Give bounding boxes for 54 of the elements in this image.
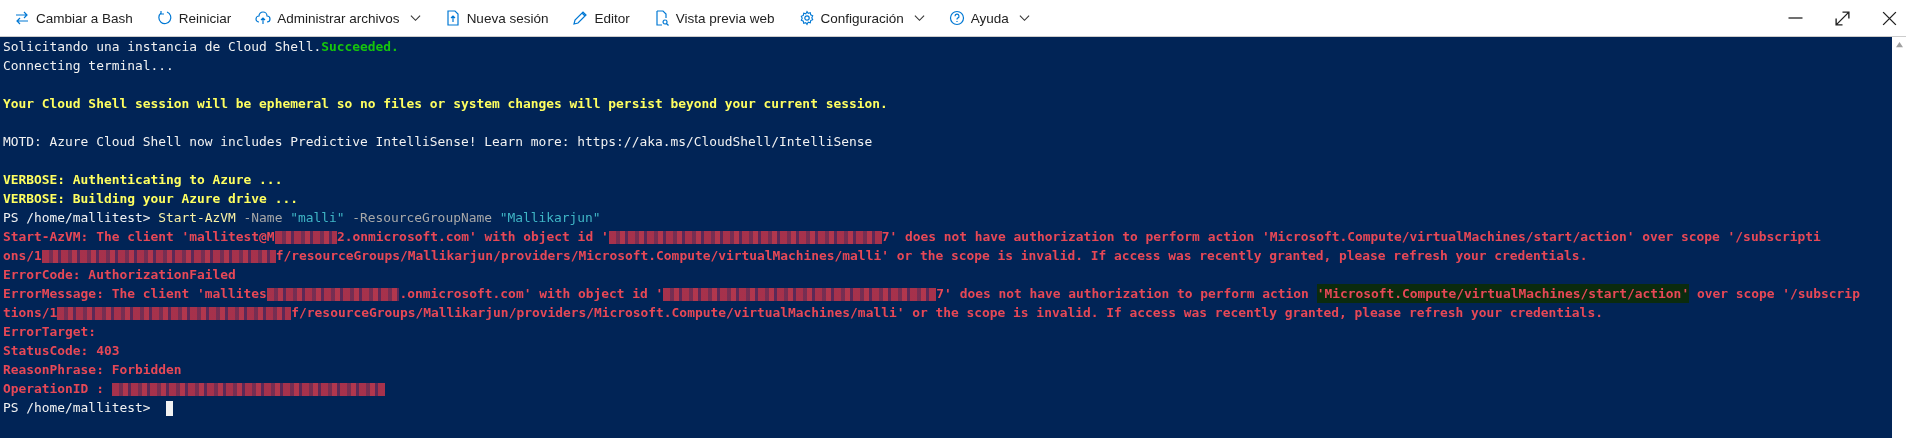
parameter-text: -Name xyxy=(242,210,284,225)
toolbar-button[interactable]: Administrar archivos xyxy=(249,6,427,30)
minimize-icon xyxy=(1787,17,1804,19)
scroll-up-icon[interactable] xyxy=(1894,41,1904,48)
settings-icon xyxy=(798,10,815,26)
toolbar-button[interactable]: Configuración xyxy=(792,6,931,30)
toolbar-button[interactable]: Reiniciar xyxy=(150,6,238,30)
error-text: StatusCode: 403 xyxy=(3,343,120,358)
error-text: 2.onmicrosoft.com' with object id ' xyxy=(337,229,609,244)
cloud-upload-icon xyxy=(255,10,272,26)
string-text: "Mallikarjun" xyxy=(499,210,601,225)
command-text: Start-AzVM xyxy=(158,210,236,225)
error-text: f/resourceGroups/Mallikarjun/providers/Microsoft.Compute/virtualMachines/malli' or the scope is invalid. If access was recently granted, please refresh your credentials. xyxy=(275,248,1588,263)
restart-icon xyxy=(156,10,173,26)
terminal-text: PS /home/mallitest> xyxy=(3,400,152,415)
error-text: ReasonPhrase: Forbidden xyxy=(3,362,182,377)
highlighted-text: 'Microsoft.Compute/virtualMachines/start/action' xyxy=(1316,284,1690,303)
warning-text: Your Cloud Shell session will be ephemeral so no files or system changes will persist beyond your current session. xyxy=(3,96,888,111)
status-text: Succeeded. xyxy=(321,39,399,54)
close-icon xyxy=(1881,9,1898,27)
pencil-icon xyxy=(572,10,589,26)
error-text: Start-AzVM: The client 'mallitest@M xyxy=(3,229,275,244)
error-text: OperationID : xyxy=(3,381,105,396)
toolbar-button[interactable]: Cambiar a Bash xyxy=(8,6,139,30)
string-text: "malli" xyxy=(290,210,345,225)
toolbar-button[interactable]: Editor xyxy=(566,6,636,30)
preview-icon xyxy=(653,10,670,26)
error-text: over scope '/subscrip xyxy=(1695,286,1860,301)
terminal-text: PS /home/mallitest> xyxy=(3,210,152,225)
error-text: ons/1 xyxy=(3,248,42,263)
help-icon xyxy=(948,10,965,26)
error-text: .onmicrosoft.com' with object id ' xyxy=(399,286,664,301)
error-text: ErrorTarget: xyxy=(3,324,97,339)
text-cursor xyxy=(166,401,173,416)
diagonal-arrows-icon xyxy=(1834,9,1851,27)
terminal-text: Solicitando una instancia de Cloud Shell. xyxy=(3,39,322,54)
terminal-text: MOTD: Azure Cloud Shell now includes Predictive IntelliSense! Learn more: https://aka.ms/CloudShell/IntelliSense xyxy=(3,134,873,149)
error-text: tions/1 xyxy=(3,305,58,320)
scrollbar[interactable] xyxy=(1892,37,1906,438)
error-text: 7' does not have authorization to perform action xyxy=(936,286,1310,301)
new-session-icon xyxy=(444,10,461,26)
error-text: ErrorCode: AuthorizationFailed xyxy=(3,267,236,282)
toolbar-button[interactable]: Ayuda xyxy=(942,6,1036,30)
toolbar-button[interactable]: Vista previa web xyxy=(647,6,781,30)
redaction-blur xyxy=(274,231,338,244)
swap-arrows-icon xyxy=(14,10,30,26)
parameter-text: -ResourceGroupName xyxy=(351,210,493,225)
warning-text: VERBOSE: Authenticating to Azure ... xyxy=(3,172,283,187)
warning-text: VERBOSE: Building your Azure drive ... xyxy=(3,191,298,206)
error-text: f/resourceGroups/Mallikarjun/providers/Microsoft.Compute/virtualMachines/malli' or the scope is invalid. If access was recently granted, please refresh your credentials. xyxy=(291,305,1603,320)
terminal-text: Connecting terminal... xyxy=(3,58,174,73)
error-text: 7' does not have authorization to perform action 'Microsoft.Compute/virtualMachines/start/action' over scope '/subscripti xyxy=(881,229,1821,244)
toolbar-button[interactable]: Nueva sesión xyxy=(438,6,555,30)
error-text: ErrorMessage: The client 'mallites xyxy=(3,286,267,301)
